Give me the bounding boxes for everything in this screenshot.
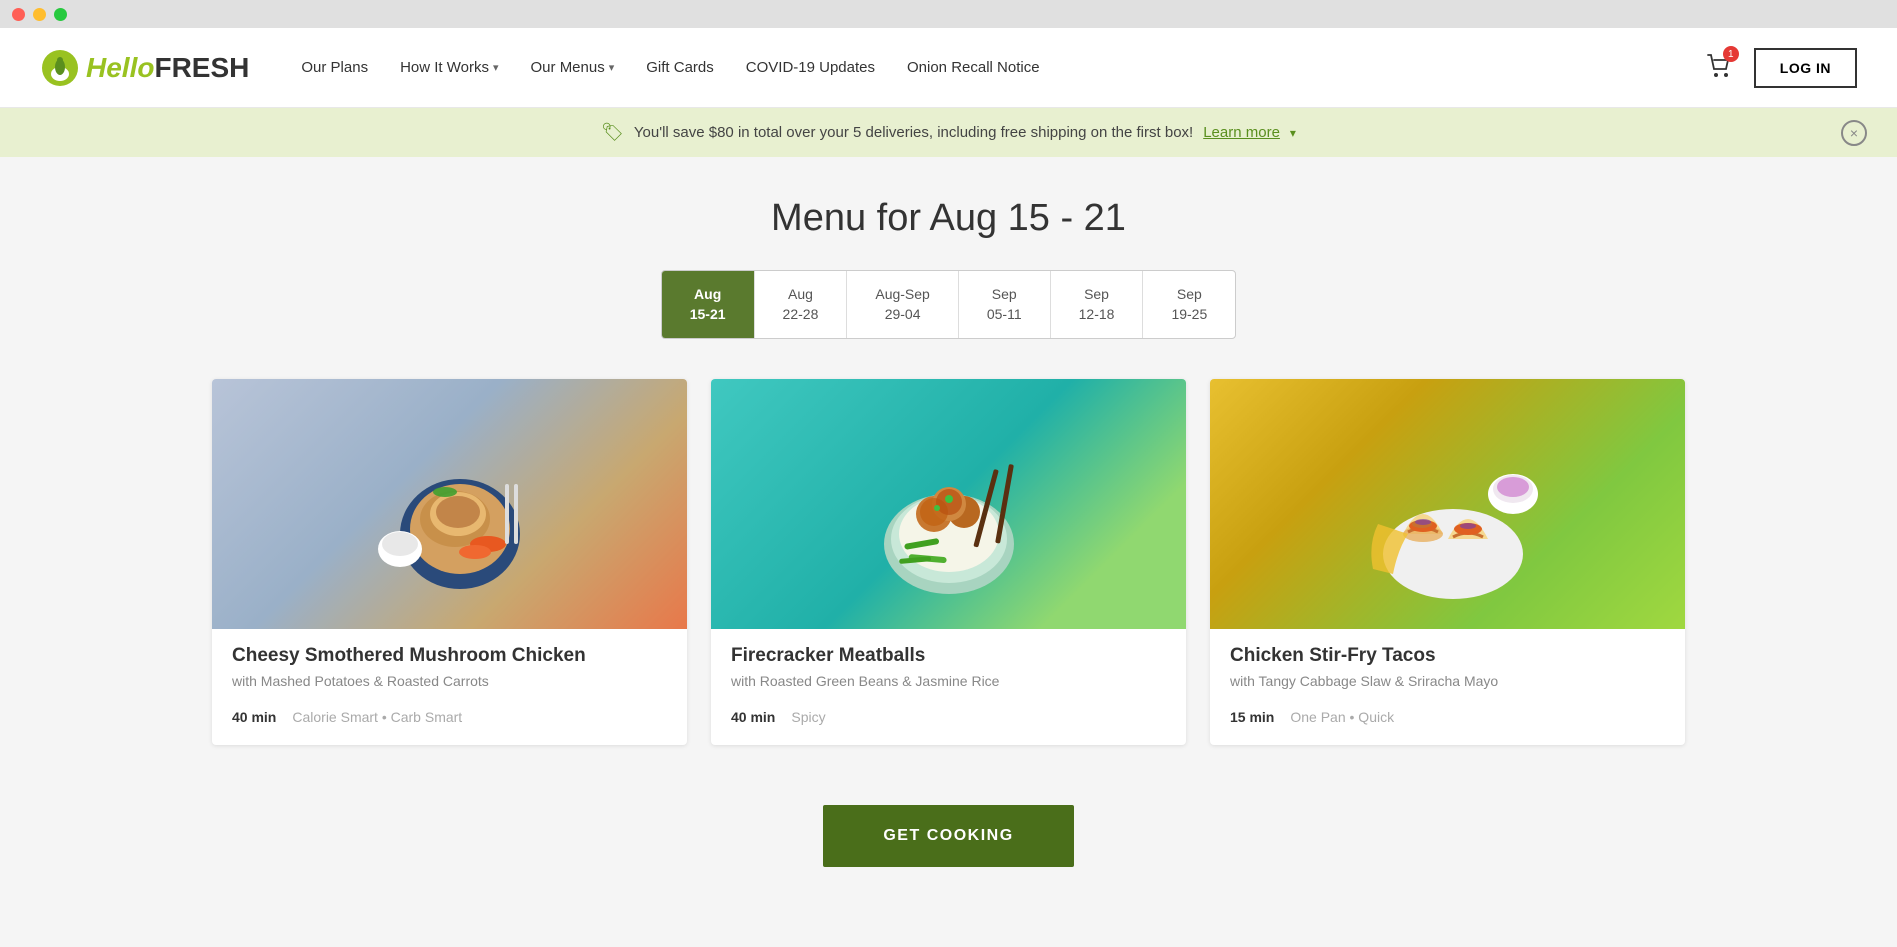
- nav-gift-cards[interactable]: Gift Cards: [634, 51, 726, 84]
- learn-more-chevron: ▾: [1290, 126, 1296, 140]
- date-tab-aug-sep-29-04[interactable]: Aug-Sep 29-04: [847, 271, 958, 338]
- recipe-tags-2: Spicy: [791, 709, 825, 725]
- recipe-title-1: Cheesy Smothered Mushroom Chicken: [232, 645, 667, 667]
- recipe-image-3: [1210, 379, 1685, 629]
- recipe-title-3: Chicken Stir-Fry Tacos: [1230, 645, 1665, 667]
- recipe-subtitle-3: with Tangy Cabbage Slaw & Sriracha Mayo: [1230, 673, 1665, 689]
- recipe-body-1: Cheesy Smothered Mushroom Chicken with M…: [212, 629, 687, 745]
- recipe-time-2: 40 min: [731, 709, 775, 725]
- date-tab-aug-15-21[interactable]: Aug 15-21: [662, 271, 755, 338]
- recipe-time-3: 15 min: [1230, 709, 1274, 725]
- recipe-subtitle-1: with Mashed Potatoes & Roasted Carrots: [232, 673, 667, 689]
- nav-how-it-works[interactable]: How It Works ▾: [388, 51, 510, 84]
- recipe-card-cheesy-mushroom-chicken[interactable]: Cheesy Smothered Mushroom Chicken with M…: [212, 379, 687, 745]
- login-button[interactable]: LOG IN: [1754, 48, 1857, 88]
- date-tabs: Aug 15-21 Aug 22-28 Aug-Sep 29-04 Sep 05…: [0, 270, 1897, 339]
- titlebar: [0, 0, 1897, 28]
- recipe-image-2: [711, 379, 1186, 629]
- maximize-button[interactable]: [54, 8, 67, 21]
- promo-text: You'll save $80 in total over your 5 del…: [634, 124, 1193, 141]
- cart-badge: 1: [1723, 46, 1739, 62]
- nav-links: Our Plans How It Works ▾ Our Menus ▾ Gif…: [289, 51, 1705, 84]
- close-button[interactable]: [12, 8, 25, 21]
- navbar: HelloFRESH Our Plans How It Works ▾ Our …: [0, 28, 1897, 108]
- recipe-tags-3: One Pan • Quick: [1290, 709, 1394, 725]
- date-tabs-container: Aug 15-21 Aug 22-28 Aug-Sep 29-04 Sep 05…: [661, 270, 1237, 339]
- date-tab-aug-22-28[interactable]: Aug 22-28: [755, 271, 848, 338]
- nav-covid-updates[interactable]: COVID-19 Updates: [734, 51, 887, 84]
- navbar-right: 1 LOG IN: [1706, 48, 1857, 88]
- logo-icon: [40, 48, 80, 88]
- date-tab-sep-12-18[interactable]: Sep 12-18: [1051, 271, 1144, 338]
- minimize-button[interactable]: [33, 8, 46, 21]
- recipe-card-firecracker-meatballs[interactable]: Firecracker Meatballs with Roasted Green…: [711, 379, 1186, 745]
- recipe-tags-1: Calorie Smart • Carb Smart: [292, 709, 462, 725]
- nav-our-plans[interactable]: Our Plans: [289, 51, 380, 84]
- recipe-title-2: Firecracker Meatballs: [731, 645, 1166, 667]
- recipe-meta-2: 40 min Spicy: [731, 709, 1166, 725]
- menu-title: Menu for Aug 15 - 21: [0, 197, 1897, 240]
- recipe-card-chicken-stir-fry-tacos[interactable]: Chicken Stir-Fry Tacos with Tangy Cabbag…: [1210, 379, 1685, 745]
- recipe-meta-3: 15 min One Pan • Quick: [1230, 709, 1665, 725]
- recipe-body-2: Firecracker Meatballs with Roasted Green…: [711, 629, 1186, 745]
- cart-button[interactable]: 1: [1706, 51, 1734, 84]
- nav-our-menus[interactable]: Our Menus ▾: [519, 51, 627, 84]
- date-tab-sep-05-11[interactable]: Sep 05-11: [959, 271, 1051, 338]
- recipe-subtitle-2: with Roasted Green Beans & Jasmine Rice: [731, 673, 1166, 689]
- recipe-meta-1: 40 min Calorie Smart • Carb Smart: [232, 709, 667, 725]
- recipe-body-3: Chicken Stir-Fry Tacos with Tangy Cabbag…: [1210, 629, 1685, 745]
- logo[interactable]: HelloFRESH: [40, 48, 249, 88]
- learn-more-link[interactable]: Learn more: [1203, 124, 1280, 141]
- promo-close-button[interactable]: ×: [1841, 120, 1867, 146]
- get-cooking-button[interactable]: GET COOKING: [823, 805, 1073, 867]
- recipe-image-1: [212, 379, 687, 629]
- date-tab-sep-19-25[interactable]: Sep 19-25: [1143, 271, 1235, 338]
- recipe-time-1: 40 min: [232, 709, 276, 725]
- promo-tag-icon: 🏷: [601, 122, 624, 143]
- cta-section: GET COOKING: [0, 785, 1897, 907]
- how-it-works-chevron: ▾: [493, 61, 499, 74]
- promo-banner: 🏷 You'll save $80 in total over your 5 d…: [0, 108, 1897, 157]
- nav-onion-recall[interactable]: Onion Recall Notice: [895, 51, 1052, 84]
- recipe-grid: Cheesy Smothered Mushroom Chicken with M…: [0, 379, 1897, 745]
- our-menus-chevron: ▾: [609, 61, 615, 74]
- main-content: Menu for Aug 15 - 21 Aug 15-21 Aug 22-28…: [0, 157, 1897, 947]
- logo-text: HelloFRESH: [86, 52, 249, 84]
